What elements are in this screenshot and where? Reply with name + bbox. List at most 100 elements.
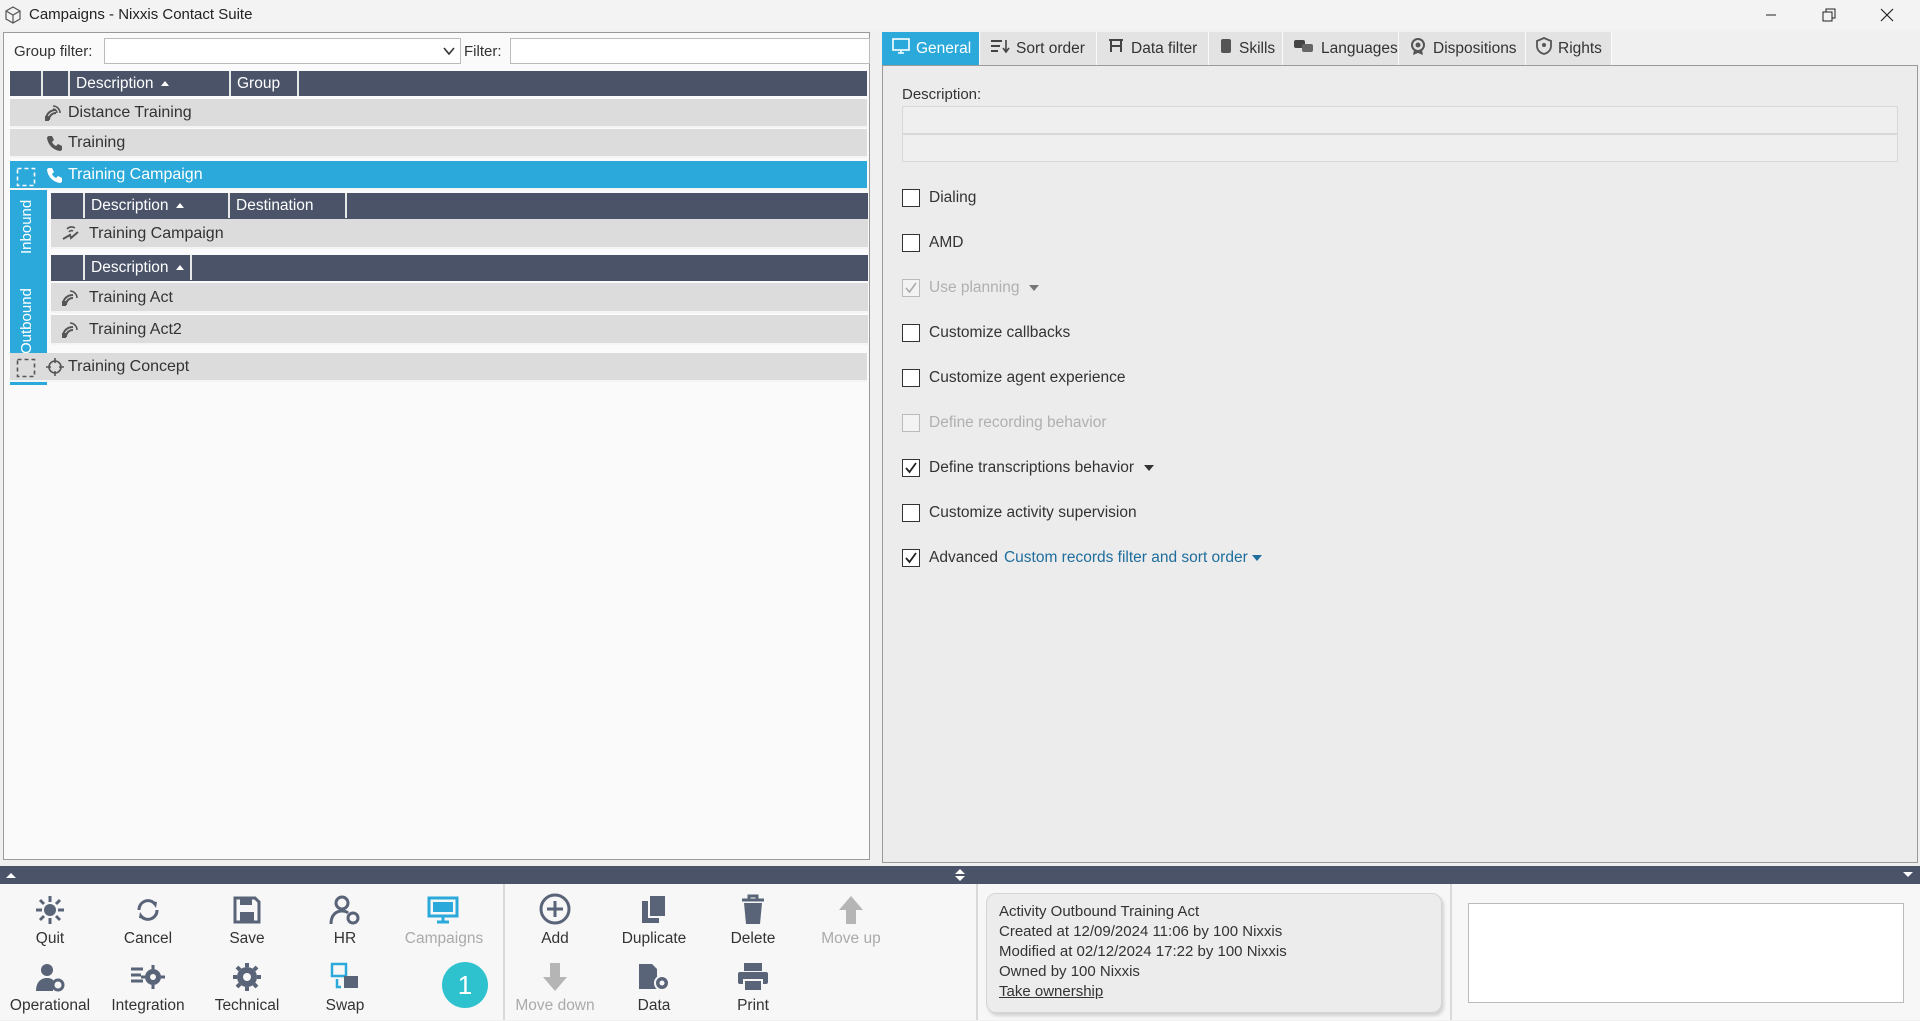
resize-handle-icon[interactable] bbox=[953, 868, 967, 882]
print-button[interactable]: Print bbox=[703, 957, 803, 1021]
collapse-down-icon[interactable] bbox=[1902, 871, 1914, 879]
technical-button[interactable]: Technical bbox=[197, 957, 297, 1021]
use-planning-checkbox bbox=[902, 279, 920, 297]
duplicate-button[interactable]: Duplicate bbox=[604, 890, 704, 954]
info-created: Created at 12/09/2024 11:06 by 100 Nixxi… bbox=[999, 923, 1283, 940]
amd-checkbox[interactable] bbox=[902, 234, 920, 252]
customize-agent-experience-checkbox[interactable] bbox=[902, 369, 920, 387]
define-transcriptions-behavior-checkbox[interactable] bbox=[902, 459, 920, 477]
general-panel: Description: Dialing AMD Use planning Cu… bbox=[882, 65, 1918, 863]
use-planning-dropdown-icon[interactable] bbox=[1029, 285, 1040, 291]
delete-icon bbox=[742, 894, 764, 924]
option-use-planning: Use planning bbox=[902, 276, 1040, 300]
customize-callbacks-checkbox[interactable] bbox=[902, 324, 920, 342]
campaigns-icon bbox=[427, 896, 459, 924]
option-define-transcriptions-behavior[interactable]: Define transcriptions behavior bbox=[902, 456, 1155, 480]
delete-button[interactable]: Delete bbox=[703, 890, 803, 954]
collapse-up-icon[interactable] bbox=[5, 871, 17, 879]
campaign-row[interactable]: Training bbox=[10, 129, 867, 158]
save-button[interactable]: Save bbox=[197, 890, 297, 954]
chevron-down-icon bbox=[442, 44, 456, 63]
transcriptions-dropdown-icon[interactable] bbox=[1144, 465, 1155, 471]
notes-box[interactable] bbox=[1468, 903, 1904, 1003]
toolbar-separator bbox=[976, 884, 978, 1020]
activity-info-card: Activity Outbound Training Act Created a… bbox=[986, 893, 1442, 1013]
description-input[interactable] bbox=[902, 106, 1898, 134]
outbound-activity-row[interactable]: Training Act2 bbox=[51, 315, 868, 345]
hr-icon bbox=[329, 895, 360, 925]
phone-icon bbox=[46, 166, 64, 189]
column-description[interactable]: Description bbox=[70, 71, 231, 96]
option-customize-activity-supervision[interactable]: Customize activity supervision bbox=[902, 501, 1137, 525]
integration-button[interactable]: Integration bbox=[98, 957, 198, 1021]
save-icon bbox=[233, 896, 261, 924]
tab-skills[interactable]: Skills bbox=[1209, 32, 1283, 65]
tab-sort-order[interactable]: Sort order bbox=[980, 32, 1097, 65]
shield-icon bbox=[1536, 37, 1552, 60]
tab-languages[interactable]: Languages bbox=[1283, 32, 1399, 65]
group-filter-label: Group filter: bbox=[14, 43, 93, 60]
tab-rights[interactable]: Rights bbox=[1526, 32, 1612, 65]
outbound-activity-row[interactable]: Training Act bbox=[51, 283, 868, 313]
tab-data-filter[interactable]: Data filter bbox=[1097, 32, 1209, 65]
notification-badge[interactable]: 1 bbox=[442, 962, 488, 1008]
move-up-button[interactable]: Move up bbox=[801, 890, 901, 954]
outbound-tab-label[interactable]: Outbound bbox=[18, 288, 35, 354]
tab-dispositions[interactable]: Dispositions bbox=[1399, 32, 1526, 65]
close-button[interactable] bbox=[1858, 0, 1916, 30]
swap-button[interactable]: Swap bbox=[295, 957, 395, 1021]
group-filter-dropdown[interactable] bbox=[104, 38, 461, 64]
print-icon bbox=[738, 963, 768, 992]
dispositions-icon bbox=[1409, 37, 1427, 60]
filter-input[interactable] bbox=[510, 38, 870, 64]
column-description[interactable]: Description bbox=[85, 255, 192, 280]
advanced-checkbox[interactable] bbox=[902, 549, 920, 567]
filter-bar: Group filter: Filter: bbox=[4, 33, 870, 71]
description-input-second-line[interactable] bbox=[902, 134, 1898, 162]
option-dialing[interactable]: Dialing bbox=[902, 186, 976, 210]
add-icon bbox=[539, 893, 571, 925]
app-cube-icon bbox=[4, 6, 22, 29]
window-title: Campaigns - Nixxis Contact Suite bbox=[29, 6, 253, 23]
skills-icon bbox=[1219, 38, 1233, 59]
panel-splitter[interactable] bbox=[0, 866, 1920, 884]
move-down-button[interactable]: Move down bbox=[505, 957, 605, 1021]
option-customize-callbacks[interactable]: Customize callbacks bbox=[902, 321, 1070, 345]
define-recording-behavior-checkbox bbox=[902, 414, 920, 432]
campaign-row[interactable]: Distance Training bbox=[10, 99, 867, 128]
cancel-button[interactable]: Cancel bbox=[98, 890, 198, 954]
data-icon bbox=[639, 964, 670, 991]
minimize-button[interactable] bbox=[1742, 0, 1800, 30]
integration-icon bbox=[131, 965, 165, 989]
column-destination[interactable]: Destination bbox=[230, 193, 347, 218]
data-button[interactable]: Data bbox=[604, 957, 704, 1021]
campaigns-button[interactable]: Campaigns bbox=[394, 890, 494, 954]
restore-button[interactable] bbox=[1800, 0, 1858, 30]
hr-button[interactable]: HR bbox=[295, 890, 395, 954]
outbound-grid-header: Description bbox=[51, 255, 868, 281]
add-button[interactable]: Add bbox=[505, 890, 605, 954]
take-ownership-link[interactable]: Take ownership bbox=[999, 982, 1429, 1002]
sort-ascending-icon bbox=[175, 203, 184, 208]
quit-button[interactable]: Quit bbox=[0, 890, 100, 954]
inbound-activity-row[interactable]: Training Campaign bbox=[51, 219, 868, 249]
campaign-row-selected[interactable]: Training Campaign bbox=[10, 161, 867, 190]
option-advanced[interactable]: Advanced Custom records filter and sort … bbox=[902, 546, 1262, 570]
option-amd[interactable]: AMD bbox=[902, 231, 963, 255]
option-customize-agent-experience[interactable]: Customize agent experience bbox=[902, 366, 1125, 390]
tab-general[interactable]: General bbox=[882, 32, 980, 65]
operational-button[interactable]: Operational bbox=[0, 957, 100, 1021]
outbound-icon bbox=[61, 289, 79, 312]
dialing-checkbox[interactable] bbox=[902, 189, 920, 207]
advanced-dropdown-icon[interactable] bbox=[1251, 555, 1262, 561]
column-description[interactable]: Description bbox=[85, 193, 230, 218]
campaign-grid-header: Description Group bbox=[10, 71, 867, 96]
inbound-grid-header: Description Destination bbox=[51, 193, 868, 219]
inbound-tab-label[interactable]: Inbound bbox=[18, 200, 35, 254]
column-group[interactable]: Group bbox=[231, 71, 299, 96]
option-define-recording-behavior: Define recording behavior bbox=[902, 411, 1107, 435]
custom-records-filter-link[interactable]: Custom records filter and sort order bbox=[1004, 549, 1248, 567]
toolbar-separator bbox=[1450, 884, 1452, 1020]
customize-activity-supervision-checkbox[interactable] bbox=[902, 504, 920, 522]
campaign-row[interactable]: Training Concept bbox=[10, 353, 867, 382]
